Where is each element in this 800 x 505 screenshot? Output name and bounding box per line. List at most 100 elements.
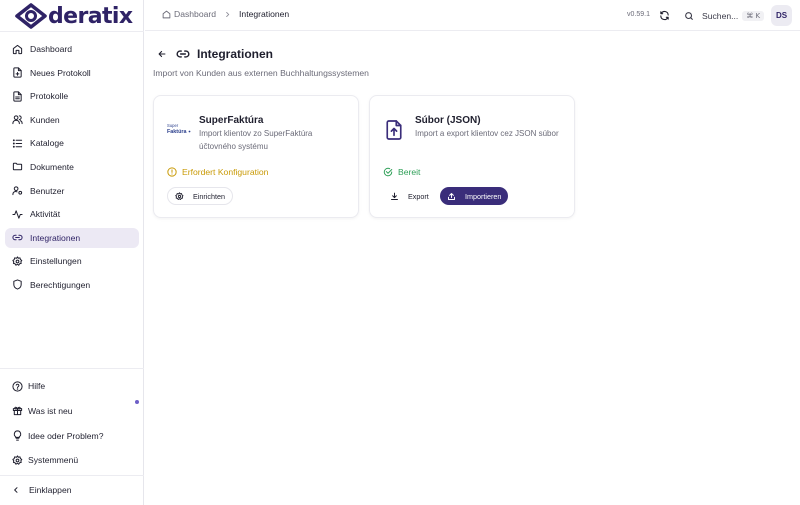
sidebar-item-protokolle[interactable]: Protokolle: [5, 86, 139, 106]
arrow-left-icon: [158, 50, 166, 58]
chevron-left-icon: [11, 486, 21, 494]
sidebar-item-label: Dashboard: [30, 44, 73, 54]
sidebar-item-was-ist-neu[interactable]: Was ist neu: [5, 401, 139, 421]
sidebar-item-label: Einstellungen: [30, 256, 82, 267]
page-header: Integrationen: [156, 46, 273, 62]
sidebar-item-label: Protokolle: [30, 91, 69, 102]
sidebar-item-label: Kunden: [30, 114, 60, 125]
avatar[interactable]: DS: [771, 5, 792, 26]
search-button[interactable]: Suchen... ⌘ K: [681, 7, 769, 24]
integration-card-json: Súbor (JSON) Import a export klientov ce…: [369, 95, 575, 218]
collapse-sidebar-button[interactable]: Einklappen: [11, 482, 72, 498]
refresh-icon: [660, 10, 669, 21]
sidebar-item-berechtigungen[interactable]: Berechtigungen: [5, 275, 139, 295]
card-description: Import klientov zo SuperFaktúra účtovnéh…: [199, 129, 313, 151]
file-plus-icon: [11, 67, 23, 79]
upload-icon: [448, 192, 455, 200]
settings-icon: [11, 454, 23, 466]
setup-button[interactable]: Einrichten: [167, 187, 233, 205]
version-label: v0.59.1: [627, 11, 650, 18]
sidebar-item-label: Systemmenü: [28, 455, 79, 466]
sidebar-item-label: Kataloge: [30, 138, 64, 149]
sidebar-item-label: Integrationen: [30, 232, 81, 243]
back-button[interactable]: [156, 48, 168, 60]
export-button[interactable]: Export: [383, 187, 436, 205]
gear-icon: [11, 255, 23, 267]
sidebar-item-dokumente[interactable]: Dokumente: [5, 157, 139, 177]
file-text-icon: [11, 90, 23, 102]
link-icon: [176, 47, 190, 61]
collapse-label: Einklappen: [29, 485, 72, 495]
sidebar-item-benutzer[interactable]: Benutzer: [5, 181, 139, 201]
svg-text:Faktúra: Faktúra: [167, 129, 187, 135]
breadcrumb: Dashboard Integrationen: [162, 9, 289, 19]
sidebar-item-neues-protokoll[interactable]: Neues Protokoll: [5, 63, 139, 83]
import-button[interactable]: Importieren: [440, 187, 509, 205]
search-icon: [685, 11, 693, 20]
sidebar-footer: Hilfe Was ist neu Idee oder Problem? Sys…: [5, 376, 139, 475]
gear-icon: [175, 191, 184, 200]
folder-icon: [11, 161, 23, 173]
sidebar-item-integrationen[interactable]: Integrationen: [5, 227, 139, 248]
status-label: Erfordert Konfiguration: [182, 167, 269, 177]
sidebar-item-label: Berechtigungen: [30, 279, 91, 290]
help-circle-icon: [11, 380, 23, 392]
page-title: Integrationen: [197, 47, 274, 61]
shield-icon: [11, 279, 23, 291]
integration-card-superfaktura: Super Faktúra SuperFaktúra Import klient…: [153, 95, 359, 218]
card-title: SuperFaktúra: [199, 115, 264, 126]
users-icon: [11, 114, 23, 126]
refresh-button[interactable]: [658, 9, 671, 22]
sidebar-item-systemmenue[interactable]: Systemmenü: [5, 450, 139, 470]
brand-logo[interactable]: deratix: [15, 2, 133, 30]
svg-text:Super: Super: [167, 123, 179, 128]
home-icon: [162, 10, 171, 18]
sidebar-item-label: Aktivität: [30, 209, 61, 220]
download-icon: [391, 192, 398, 200]
status-label: Bereit: [398, 167, 421, 177]
breadcrumb-home-label: Dashboard: [174, 9, 217, 19]
sidebar-item-label: Was ist neu: [28, 405, 73, 416]
card-description: Import a export klientov cez JSON súbor: [415, 129, 559, 138]
sidebar-nav: Dashboard Neues Protokoll Protokolle Kun…: [5, 39, 139, 299]
list-icon: [11, 137, 23, 149]
lightbulb-icon: [11, 430, 23, 442]
sidebar-item-hilfe[interactable]: Hilfe: [5, 376, 139, 396]
check-circle-icon: [383, 167, 393, 177]
sidebar-item-feedback[interactable]: Idee oder Problem?: [5, 426, 139, 446]
sidebar-item-label: Benutzer: [30, 185, 65, 196]
breadcrumb-current: Integrationen: [239, 9, 290, 19]
new-indicator-dot: [135, 400, 139, 404]
sidebar-item-label: Dokumente: [30, 161, 74, 172]
breadcrumb-home[interactable]: Dashboard: [162, 9, 216, 19]
sidebar-item-dashboard[interactable]: Dashboard: [5, 39, 139, 59]
sidebar-item-label: Idee oder Problem?: [28, 430, 104, 441]
sidebar-item-label: Hilfe: [28, 381, 46, 391]
top-header: Dashboard Integrationen v0.59.1 Suchen..…: [145, 0, 800, 31]
deratix-logo-icon: [15, 3, 47, 29]
import-button-label: Importieren: [465, 191, 502, 201]
divider: [0, 475, 144, 476]
sidebar: deratix Dashboard Neues Protokoll Protok…: [0, 0, 144, 505]
divider: [0, 368, 144, 369]
sidebar-item-aktivitaet[interactable]: Aktivität: [5, 204, 139, 224]
status-badge: Bereit: [383, 167, 420, 177]
search-shortcut: ⌘ K: [742, 10, 765, 21]
chevron-right-icon: [224, 11, 231, 18]
user-cog-icon: [11, 185, 23, 197]
activity-icon: [11, 208, 23, 220]
warning-circle-icon: [167, 167, 177, 177]
file-upload-icon: [385, 119, 403, 141]
setup-button-label: Einrichten: [193, 191, 225, 201]
sidebar-item-label: Neues Protokoll: [30, 67, 91, 78]
sidebar-item-kataloge[interactable]: Kataloge: [5, 133, 139, 153]
home-icon: [11, 43, 23, 55]
page-subtitle: Import von Kunden aus externen Buchhaltu…: [153, 68, 369, 78]
brand-name: deratix: [48, 3, 133, 29]
superfaktura-logo: Super Faktúra: [167, 122, 191, 136]
divider: [0, 31, 144, 32]
link-icon: [11, 232, 23, 244]
export-button-label: Export: [408, 191, 429, 201]
sidebar-item-kunden[interactable]: Kunden: [5, 110, 139, 130]
sidebar-item-einstellungen[interactable]: Einstellungen: [5, 251, 139, 271]
